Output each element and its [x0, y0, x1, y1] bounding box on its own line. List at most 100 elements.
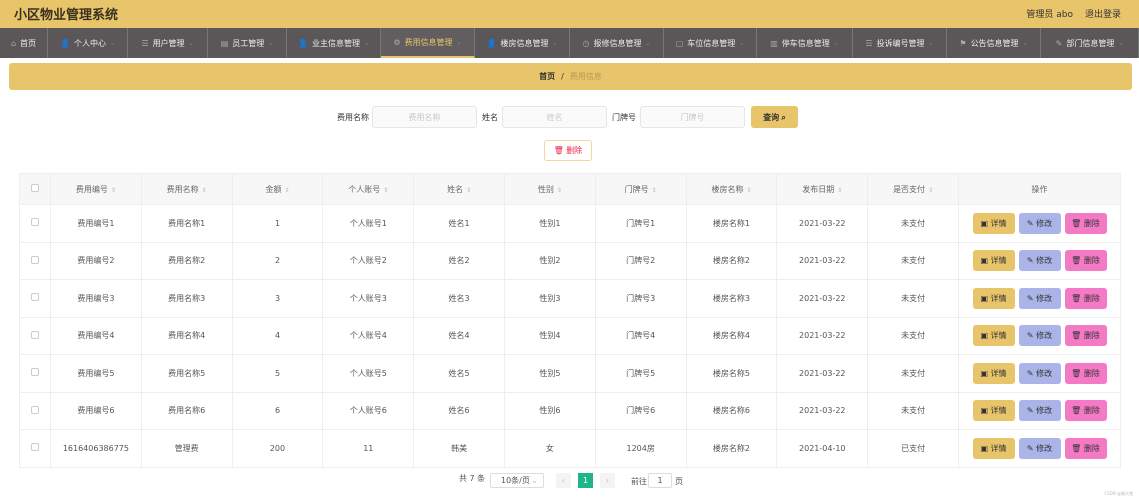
edit-button[interactable]: ✎ 修改 [1018, 287, 1061, 309]
page-size-value: 10条/页 [501, 476, 530, 485]
page-1-button[interactable]: 1 [578, 473, 593, 488]
table-row: 费用编号5 费用名称5 5 个人账号5 姓名5 性别5 门牌号5 楼房名称5 2021-03-2… [19, 354, 1121, 393]
nav-item-0[interactable]: ⌂ 首页 [0, 28, 48, 58]
delete-button[interactable]: 🗑 删除 [1064, 362, 1107, 384]
edit-button[interactable]: ✎ 修改 [1018, 362, 1061, 384]
monitor-icon: ▤ [220, 38, 229, 48]
nav-item-7[interactable]: ◷ 报修信息管理 ⌄ [570, 28, 664, 58]
column-header[interactable]: 发布日期 ⇕ [776, 173, 869, 205]
column-header[interactable]: 金额 ⇕ [231, 173, 324, 205]
table-cell: 费用名称2 [140, 241, 233, 280]
nav-item-10[interactable]: ☰ 投诉编号管理 ⌄ [853, 28, 947, 58]
actions-header: 操作 [958, 173, 1121, 205]
sort-icon[interactable]: ⇕ [111, 187, 116, 194]
column-header[interactable]: 门牌号 ⇕ [594, 173, 687, 205]
edit-button[interactable]: ✎ 修改 [1018, 212, 1061, 234]
edit-button[interactable]: ✎ 修改 [1018, 325, 1061, 347]
sort-icon[interactable]: ⇕ [837, 187, 842, 194]
row-checkbox[interactable] [31, 218, 39, 227]
table-cell: 门牌号5 [594, 354, 687, 393]
table-cell: 门牌号4 [594, 316, 687, 355]
delete-button[interactable]: 🗑 删除 [1064, 325, 1107, 347]
select-all-checkbox[interactable] [31, 184, 39, 192]
delete-button[interactable]: 🗑 删除 [1064, 437, 1107, 459]
detail-button[interactable]: ▣ 详情 [972, 325, 1015, 347]
detail-button[interactable]: ▣ 详情 [972, 250, 1015, 272]
breadcrumb-home[interactable]: 首页 [539, 71, 555, 82]
column-header[interactable]: 姓名 ⇕ [413, 173, 505, 205]
delete-button[interactable]: 🗑 删除 [1064, 400, 1107, 422]
detail-button[interactable]: ▣ 详情 [972, 400, 1015, 422]
user-icon: 👤 [60, 38, 70, 48]
column-header[interactable]: 费用名称 ⇕ [140, 173, 233, 205]
table-cell: 费用名称1 [140, 204, 233, 243]
nav-item-1[interactable]: 👤 个人中心 ⌄ [48, 28, 128, 58]
detail-button[interactable]: ▣ 详情 [972, 362, 1015, 384]
prev-page-button[interactable]: ‹ [556, 473, 571, 488]
sort-icon[interactable]: ⇕ [202, 187, 207, 194]
sort-icon[interactable]: ⇕ [383, 187, 388, 194]
edit-button[interactable]: ✎ 修改 [1018, 400, 1061, 422]
row-checkbox[interactable] [31, 330, 39, 339]
nav-item-9[interactable]: ▥ 停车信息管理 ⌄ [757, 28, 853, 58]
column-header[interactable]: 费用编号 ⇕ [50, 173, 142, 205]
nav-item-12[interactable]: ✎ 部门信息管理 ⌄ [1041, 28, 1139, 58]
app-title: 小区物业管理系统 [14, 8, 119, 23]
table-cell: 1204房 [594, 429, 687, 468]
table-row: 费用编号1 费用名称1 1 个人账号1 姓名1 性别1 门牌号1 楼房名称1 2021-03-2… [19, 204, 1121, 243]
page-size-select[interactable]: 10条/页 ⌄ [490, 473, 544, 488]
nav-item-4[interactable]: 👤 业主信息管理 ⌄ [287, 28, 381, 58]
delete-button[interactable]: 🗑 删除 [1064, 287, 1107, 309]
detail-button[interactable]: ▣ 详情 [972, 287, 1015, 309]
nav-label: 公告信息管理 [970, 38, 1019, 48]
nav-item-8[interactable]: ▢ 车位信息管理 ⌄ [664, 28, 757, 58]
nav-item-3[interactable]: ▤ 员工管理 ⌄ [208, 28, 287, 58]
column-header[interactable]: 楼房名称 ⇕ [685, 173, 778, 205]
nav-item-2[interactable]: ☰ 用户管理 ⌄ [128, 28, 208, 58]
column-label: 发布日期 [802, 184, 835, 194]
nav-item-6[interactable]: 👤 楼房信息管理 ⌄ [475, 28, 570, 58]
edit-button[interactable]: ✎ 修改 [1018, 437, 1061, 459]
breadcrumb: 首页 / 费用信息 [9, 63, 1132, 90]
edit-button[interactable]: ✎ 修改 [1018, 250, 1061, 272]
column-header[interactable]: 性别 ⇕ [503, 173, 596, 205]
table-cell: 管理费 [140, 429, 233, 468]
table-cell: 5 [231, 354, 324, 393]
fee-name-input[interactable] [372, 106, 477, 128]
detail-button[interactable]: ▣ 详情 [972, 437, 1015, 459]
name-input[interactable] [502, 106, 607, 128]
query-button[interactable]: 查询 ⌕ [751, 106, 798, 128]
detail-button[interactable]: ▣ 详情 [972, 212, 1015, 234]
row-checkbox[interactable] [31, 443, 39, 452]
batch-delete-button[interactable]: 🗑 删除 [544, 140, 592, 161]
actions-cell: ▣ 详情 ✎ 修改 🗑 删除 [958, 429, 1121, 468]
delete-button[interactable]: 🗑 删除 [1064, 212, 1107, 234]
column-header[interactable]: 是否支付 ⇕ [867, 173, 959, 205]
door-input[interactable] [640, 106, 745, 128]
table-cell: 姓名5 [413, 354, 505, 393]
sort-icon[interactable]: ⇕ [928, 187, 933, 194]
sort-icon[interactable]: ⇕ [652, 187, 657, 194]
row-checkbox[interactable] [31, 405, 39, 414]
table-cell: 2021-03-22 [776, 241, 869, 280]
row-checkbox[interactable] [31, 255, 39, 264]
nav-item-11[interactable]: ⚑ 公告信息管理 ⌄ [947, 28, 1041, 58]
delete-button[interactable]: 🗑 删除 [1064, 250, 1107, 272]
column-header[interactable]: 个人账号 ⇕ [322, 173, 415, 205]
row-checkbox[interactable] [31, 293, 39, 302]
pagination: 共 7 条 10条/页 ⌄ ‹ 1 › 前往 1 页 [0, 473, 1139, 488]
next-page-button[interactable]: › [600, 473, 615, 488]
nav-item-5[interactable]: ⚙ 费用信息管理 ⌄ [381, 28, 475, 58]
logout-link[interactable]: 退出登录 [1085, 10, 1121, 20]
sort-icon[interactable]: ⇕ [284, 187, 289, 194]
goto-page-input[interactable]: 1 [648, 473, 672, 488]
row-checkbox[interactable] [31, 368, 39, 377]
chevron-down-icon: ⌄ [552, 39, 558, 47]
nav-label: 部门信息管理 [1066, 38, 1115, 48]
table-cell: 楼房名称5 [685, 354, 778, 393]
sort-icon[interactable]: ⇕ [466, 187, 471, 194]
sort-icon[interactable]: ⇕ [557, 187, 562, 194]
table-cell: 楼房名称3 [685, 279, 778, 318]
sort-icon[interactable]: ⇕ [746, 187, 751, 194]
nav-label: 报修信息管理 [593, 38, 642, 48]
